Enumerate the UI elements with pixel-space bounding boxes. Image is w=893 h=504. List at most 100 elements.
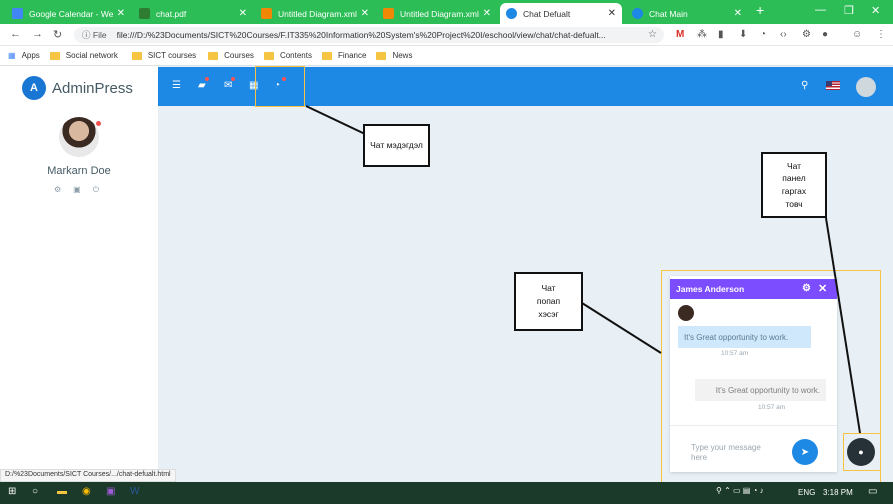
new-tab-button[interactable]: +	[756, 2, 764, 18]
bookmark-icon[interactable]: ▮	[718, 29, 724, 40]
tab-chat-defualt[interactable]: Chat Defualt ✕	[500, 3, 622, 24]
minimize-icon[interactable]: —	[815, 4, 826, 16]
chat-settings-icon[interactable]: ⚙	[802, 283, 811, 294]
tab-label: Untitled Diagram.xml -	[400, 8, 479, 19]
site-icon	[632, 8, 643, 19]
bookmark-label: Contents	[279, 51, 312, 60]
forward-icon[interactable]: →	[32, 28, 43, 40]
tray-icons[interactable]: ⚲ ⌃ ▭ ▤ ◔ ♪	[716, 486, 764, 495]
chat-header: James Anderson ⚙ ✕	[670, 279, 837, 299]
tab-label: Google Calendar - Wee	[29, 8, 113, 19]
tab-untitled-diagram-2[interactable]: Untitled Diagram.xml - ✕	[377, 3, 497, 24]
chat-close-icon[interactable]: ✕	[818, 282, 827, 295]
annotation-panel-toggle: Чат панел гаргах товч	[761, 152, 827, 218]
apps-grid-icon: ▦	[8, 51, 16, 60]
clock[interactable]: 3:18 PM	[823, 488, 853, 497]
us-flag-icon[interactable]	[826, 81, 840, 90]
tab-label: Untitled Diagram.xml -	[278, 8, 357, 19]
page-content: A AdminPress Markarn Doe ⚙ ▣ ⏻ ☰ ▰ ✉ ▦ ◔…	[0, 66, 893, 491]
message-time: 10:57 am	[758, 404, 786, 411]
tab-google-calendar[interactable]: Google Calendar - Wee ✕	[6, 3, 131, 24]
annotation-text: Чат попап хэсэг	[536, 283, 561, 319]
menu-icon[interactable]: ⋮	[876, 29, 886, 40]
reload-icon[interactable]: ↻	[53, 28, 62, 41]
bulb-icon[interactable]: ●	[822, 29, 828, 40]
chat-bubble-icon: ●	[858, 447, 864, 457]
back-icon[interactable]: ←	[10, 28, 21, 40]
brand-name: AdminPress	[52, 79, 133, 97]
send-icon: ➤	[800, 446, 810, 458]
chat-message-received: It's Great opportunity to work.	[678, 326, 811, 348]
bookmark-social-network[interactable]: Social network	[49, 51, 118, 60]
sidebar: A AdminPress Markarn Doe ⚙ ▣ ⏻	[0, 66, 158, 482]
restore-icon[interactable]: ❐	[844, 4, 854, 17]
close-tab-icon[interactable]: ✕	[483, 8, 491, 19]
notification-dot	[205, 77, 209, 81]
language-indicator[interactable]: ENG	[798, 488, 815, 497]
calendar-icon	[12, 8, 23, 19]
user-actions: ⚙ ▣ ⏻	[54, 185, 99, 195]
profile-icon[interactable]: ☺	[852, 29, 862, 40]
notification-center-icon[interactable]: ▭	[868, 486, 877, 497]
app-taskbar-icon[interactable]: ▣	[106, 486, 115, 497]
download-icon[interactable]: ⬇	[739, 29, 747, 40]
brand[interactable]: A AdminPress	[22, 76, 133, 100]
close-tab-icon[interactable]: ✕	[361, 8, 369, 19]
close-window-icon[interactable]: ✕	[871, 4, 880, 17]
message-icon[interactable]: ▰	[198, 80, 206, 91]
bookmark-apps[interactable]: ▦ Apps	[8, 51, 40, 60]
bookmark-label: Finance	[337, 51, 367, 60]
code-icon[interactable]: ‹›	[780, 29, 787, 40]
tab-label: Chat Defualt	[523, 8, 571, 19]
file-explorer-icon[interactable]: ▬	[57, 486, 67, 497]
close-tab-icon[interactable]: ✕	[117, 8, 125, 19]
gmail-icon[interactable]: M	[676, 29, 684, 40]
chat-message-input[interactable]: Type your message here	[691, 443, 776, 462]
file-info-icon[interactable]: ⓘ File	[82, 29, 107, 41]
bookmark-news[interactable]: News	[376, 51, 412, 60]
annotation-chat-notification: Чат мэдэгдэл	[363, 124, 430, 167]
windows-start-icon[interactable]: ⊞	[8, 486, 16, 497]
inbox-icon[interactable]: ▣	[73, 185, 81, 195]
hamburger-menu-icon[interactable]: ☰	[172, 80, 181, 91]
chrome-taskbar-icon[interactable]: ◉	[82, 486, 91, 497]
word-taskbar-icon[interactable]: W	[130, 486, 139, 497]
bookmarks-bar: ▦ Apps Social network SICT courses Course…	[0, 46, 893, 66]
tab-chat-main[interactable]: Chat Main ✕	[626, 3, 748, 24]
chat-contact-name: James Anderson	[676, 284, 745, 294]
message-time: 10:57 am	[721, 350, 749, 357]
power-icon[interactable]: ⏻	[93, 185, 99, 195]
user-avatar-icon[interactable]	[856, 77, 876, 97]
bookmark-label: Courses	[224, 51, 254, 60]
settings-icon[interactable]: ⚙	[54, 185, 61, 195]
tab-label: Chat Main	[649, 8, 688, 19]
speed-icon[interactable]: ◔	[760, 29, 766, 40]
url-bar[interactable]: ⓘ File file:///D:/%23Documents/SICT%20Co…	[74, 27, 664, 43]
close-tab-icon[interactable]: ✕	[239, 8, 247, 19]
tab-untitled-diagram-1[interactable]: Untitled Diagram.xml - ✕	[255, 3, 375, 24]
cortana-icon[interactable]: ○	[32, 486, 38, 497]
extension-icon[interactable]: ⁂	[697, 29, 707, 40]
bookmark-contents[interactable]: Contents	[263, 51, 312, 60]
search-icon[interactable]: ⚲	[801, 80, 808, 91]
avatar[interactable]	[59, 117, 99, 157]
folder-icon	[131, 51, 142, 60]
annotation-chat-popup: Чат попап хэсэг	[514, 272, 583, 331]
mail-icon[interactable]: ✉	[224, 80, 232, 91]
star-icon[interactable]: ☆	[648, 29, 657, 40]
bookmark-sict-courses[interactable]: SICT courses	[131, 51, 196, 60]
annotation-text: Чат мэдэгдэл	[370, 140, 423, 151]
folder-icon	[321, 51, 332, 60]
tab-chat-pdf[interactable]: chat.pdf ✕	[133, 3, 253, 24]
chat-panel-toggle-button[interactable]: ●	[847, 438, 875, 466]
send-button[interactable]: ➤	[792, 439, 818, 465]
folder-icon	[376, 51, 387, 60]
bookmark-courses[interactable]: Courses	[208, 51, 254, 60]
browser-tab-bar: Google Calendar - Wee ✕ chat.pdf ✕ Untit…	[0, 0, 893, 24]
close-tab-icon[interactable]: ✕	[608, 8, 616, 19]
settings-ext-icon[interactable]: ⚙	[802, 29, 811, 40]
chat-message-sent: It's Great opportunity to work.	[695, 379, 826, 401]
bookmark-finance[interactable]: Finance	[321, 51, 367, 60]
close-tab-icon[interactable]: ✕	[734, 8, 742, 19]
chat-icon-highlight	[255, 66, 305, 107]
